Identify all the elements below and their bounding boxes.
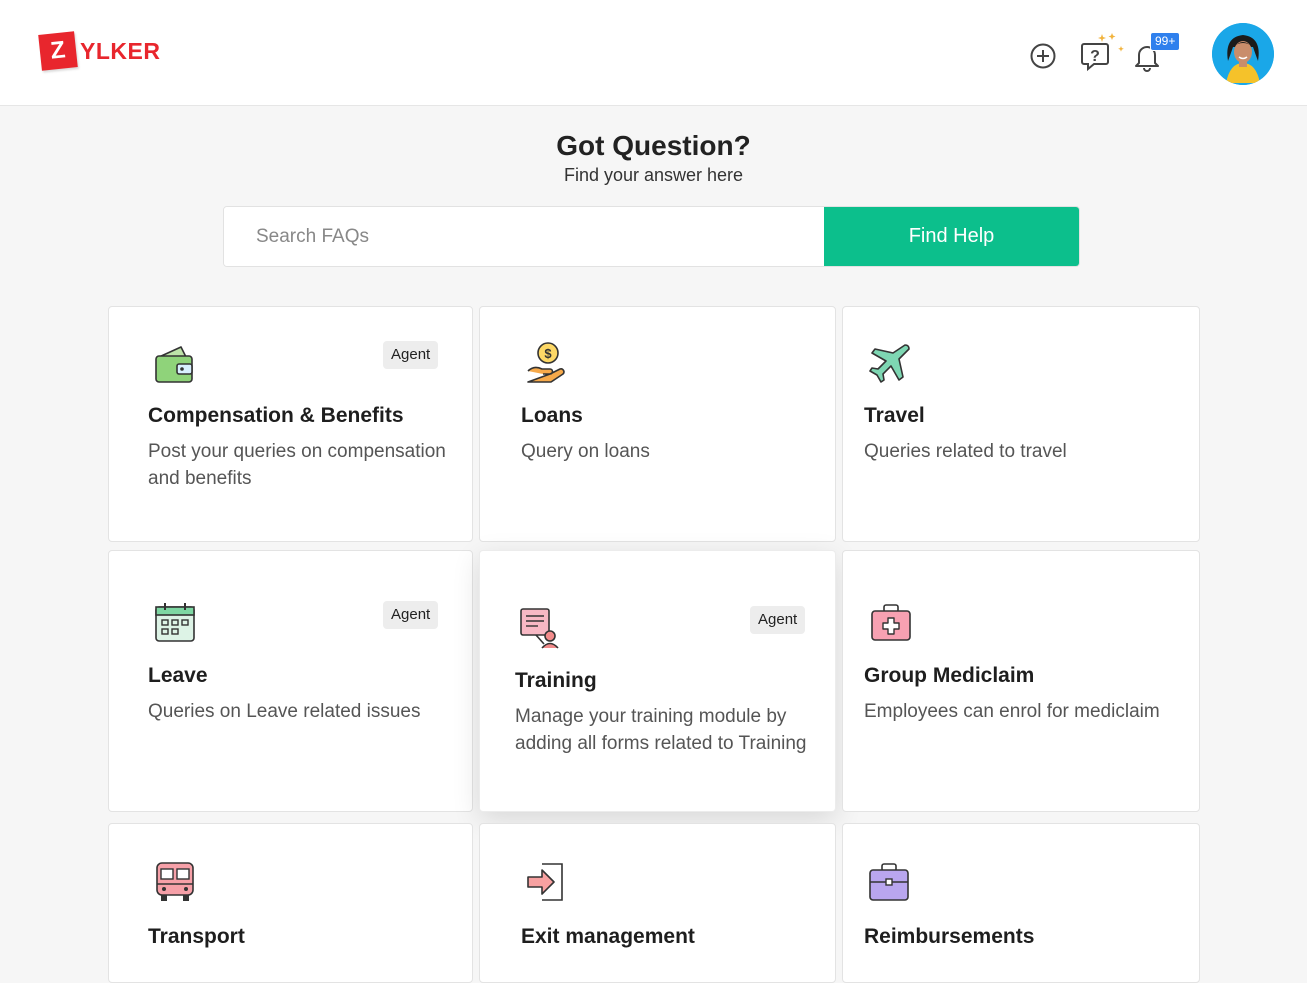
svg-text:?: ?: [1090, 48, 1100, 65]
agent-badge: Agent: [750, 606, 806, 634]
faq-sparkle-icon[interactable]: ?: [1080, 30, 1128, 72]
card-description-line-2: and benefits: [148, 468, 252, 489]
page-subtitle: Find your answer here: [563, 165, 744, 185]
loan-hand-icon: $: [527, 342, 565, 383]
card-title: Compensation & Benefits: [148, 404, 404, 427]
briefcase-icon: [869, 863, 909, 901]
top-header: Z YLKER ? 99+: [0, 0, 1307, 106]
zylker-logo[interactable]: Z YLKER: [38, 31, 161, 71]
category-card-loans[interactable]: $ Loans Query on loans: [479, 306, 836, 542]
user-portrait-icon: [1212, 23, 1274, 85]
category-card-reimbursements[interactable]: Reimbursements: [842, 823, 1200, 983]
card-description-line-1: Post your queries on compensation: [148, 441, 446, 462]
logo-mark: Z: [38, 31, 78, 71]
training-icon: [520, 608, 559, 649]
card-description-line-1: Query on loans: [521, 441, 650, 462]
find-help-button[interactable]: Find Help: [824, 207, 1079, 266]
medical-kit-icon: [871, 604, 911, 641]
category-card-training[interactable]: Agent Training Manage your training modu…: [479, 550, 836, 812]
card-title: Exit management: [521, 925, 695, 948]
agent-badge: Agent: [383, 341, 439, 369]
page-title: Got Question?: [556, 130, 751, 161]
card-title: Group Mediclaim: [864, 664, 1035, 687]
card-title: Loans: [521, 404, 583, 427]
card-description-line-1: Manage your training module by: [515, 706, 787, 727]
card-title: Transport: [148, 925, 245, 948]
category-card-exit-management[interactable]: Exit management: [479, 823, 836, 983]
airplane-icon: [869, 344, 910, 383]
card-title: Leave: [148, 664, 208, 687]
card-description-line-1: Queries on Leave related issues: [148, 701, 421, 722]
category-card-travel[interactable]: Travel Queries related to travel: [842, 306, 1200, 542]
category-card-group-mediclaim[interactable]: Group Mediclaim Employees can enrol for …: [842, 550, 1200, 812]
bus-icon: [156, 862, 194, 901]
category-card-leave[interactable]: Agent Leave Queries on Leave related iss…: [108, 550, 473, 812]
card-description-line-2: adding all forms related to Training: [515, 733, 807, 754]
card-description-line-1: Queries related to travel: [864, 441, 1067, 462]
exit-door-icon: [527, 863, 563, 901]
category-card-transport[interactable]: Transport: [108, 823, 473, 983]
add-icon[interactable]: [1029, 42, 1057, 70]
agent-badge: Agent: [383, 601, 439, 629]
calendar-icon: [155, 603, 195, 642]
card-title: Travel: [864, 404, 925, 427]
card-title: Training: [515, 669, 597, 692]
category-card-compensation[interactable]: Agent Compensation & Benefits Post your …: [108, 306, 473, 542]
logo-text: YLKER: [80, 37, 161, 64]
wallet-icon: [155, 346, 193, 383]
card-description-line-1: Employees can enrol for mediclaim: [864, 701, 1160, 722]
avatar[interactable]: [1212, 23, 1274, 85]
search-bar: Find Help: [223, 206, 1080, 267]
search-input[interactable]: [224, 207, 824, 266]
notification-badge: 99+: [1150, 32, 1181, 51]
card-title: Reimbursements: [864, 925, 1035, 948]
svg-text:$: $: [544, 346, 552, 361]
